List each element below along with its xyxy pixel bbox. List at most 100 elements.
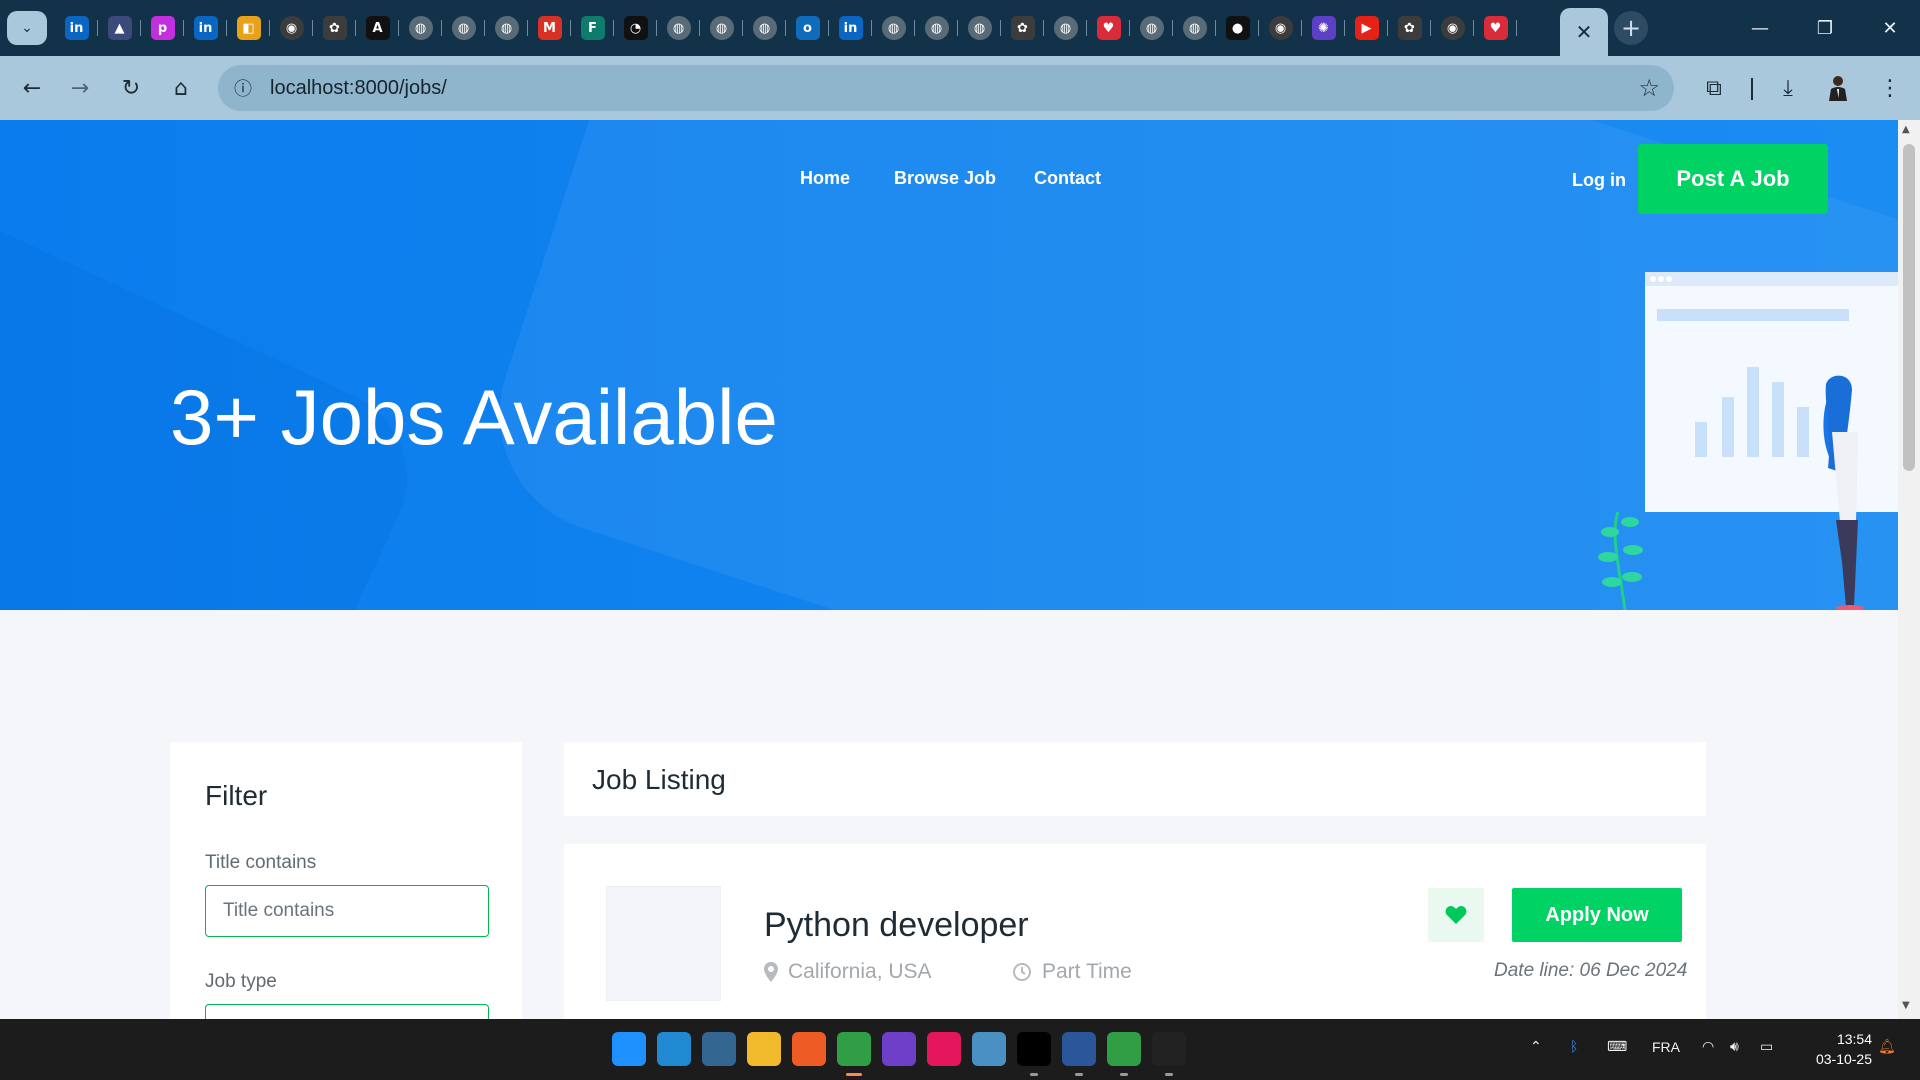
pinned-tab[interactable]: A (356, 11, 399, 45)
word-icon[interactable] (1062, 1032, 1096, 1066)
keyboard-app-icon[interactable] (972, 1032, 1006, 1066)
address-bar[interactable]: ⓘ localhost:8000/jobs/ ☆ (218, 65, 1674, 111)
download-icon[interactable]: ⤓ (1768, 68, 1808, 108)
job-type-select[interactable] (205, 1004, 489, 1019)
chrome-icon: ◉ (1268, 16, 1293, 40)
nav-home-link[interactable]: Home (800, 168, 850, 189)
windows-start-icon[interactable] (612, 1032, 646, 1066)
scroll-up-arrow-icon[interactable]: ▲ (1902, 124, 1910, 135)
favorite-button[interactable] (1428, 888, 1484, 942)
pinned-tab[interactable]: ◍ (485, 11, 528, 45)
login-link[interactable]: Log in (1572, 170, 1626, 191)
notification-bell-icon[interactable]: 🔔︎ (1878, 1039, 1896, 1055)
pinned-tab[interactable]: p (141, 11, 184, 45)
chrome-icon: ◉ (1440, 16, 1465, 40)
pinned-tab[interactable]: ◉ (1259, 11, 1302, 45)
volume-icon[interactable]: 🔊︎ (1730, 1039, 1739, 1055)
title-contains-input[interactable] (205, 885, 489, 937)
linkedin-icon: in (838, 16, 863, 40)
pinned-tab[interactable]: ♥ (1474, 11, 1517, 45)
scrollbar-thumb[interactable] (1903, 144, 1915, 471)
globe-icon: ◍ (752, 16, 777, 40)
globe-icon: ◍ (451, 16, 476, 40)
new-tab-button[interactable]: + (1614, 11, 1648, 45)
nav-contact-link[interactable]: Contact (1034, 168, 1101, 189)
apply-now-button[interactable]: Apply Now (1512, 888, 1682, 942)
scroll-down-arrow-icon[interactable]: ▼ (1902, 1000, 1910, 1011)
language-indicator[interactable]: FRA (1652, 1039, 1680, 1055)
back-arrow-icon[interactable]: ← (12, 68, 52, 108)
file-explorer-icon[interactable] (747, 1032, 781, 1066)
pinned-tab[interactable]: ◍ (958, 11, 1001, 45)
reload-icon[interactable]: ↻ (111, 68, 151, 108)
postgresql-icon[interactable] (702, 1032, 736, 1066)
job-listing-title: Job Listing (592, 764, 726, 795)
intellij-icon[interactable] (927, 1032, 961, 1066)
chrome-icon[interactable] (837, 1032, 871, 1066)
pinned-tab[interactable]: ✿ (313, 11, 356, 45)
pinned-tab[interactable]: ✿ (1001, 11, 1044, 45)
restore-button[interactable]: ❐ (1795, 8, 1855, 48)
pinned-tab[interactable]: ◍ (915, 11, 958, 45)
job-title[interactable]: Python developer (764, 906, 1029, 945)
keyboard-icon[interactable]: ⌨ (1607, 1039, 1627, 1055)
page-scrollbar[interactable]: ▲ ▼ (1898, 120, 1920, 1019)
site-info-icon[interactable]: ⓘ (230, 75, 256, 101)
pinned-tab[interactable]: ◧ (227, 11, 270, 45)
pinned-tab[interactable]: ◍ (872, 11, 915, 45)
bluetooth-icon[interactable]: ᛒ (1570, 1039, 1578, 1055)
pinned-tab[interactable]: in (55, 11, 98, 45)
nav-browse-job-link[interactable]: Browse Job (894, 168, 996, 189)
github-desktop-icon[interactable] (882, 1032, 916, 1066)
battery-icon[interactable]: ▭ (1760, 1039, 1773, 1055)
bookmark-star-icon[interactable]: ☆ (1638, 74, 1660, 102)
pinned-tab[interactable]: ◍ (1044, 11, 1087, 45)
pinned-tab[interactable]: ✺ (1302, 11, 1345, 45)
pinned-tab[interactable]: F (571, 11, 614, 45)
menu-kebab-icon[interactable]: ⋮ (1870, 68, 1910, 108)
vscode-icon[interactable] (657, 1032, 691, 1066)
pinned-tab[interactable]: in (184, 11, 227, 45)
active-tab[interactable]: ✕ (1560, 8, 1608, 56)
pinned-tab[interactable]: ◍ (743, 11, 786, 45)
home-icon[interactable]: ⌂ (161, 68, 201, 108)
pinned-tab[interactable]: ● (1216, 11, 1259, 45)
terminal-icon[interactable] (1017, 1032, 1051, 1066)
pinned-tab[interactable]: in (829, 11, 872, 45)
close-window-button[interactable]: ✕ (1860, 8, 1920, 48)
pinned-tab[interactable]: ◍ (1173, 11, 1216, 45)
url-text[interactable]: localhost:8000/jobs/ (270, 77, 447, 100)
tray-overflow-chevron-icon[interactable]: ⌃ (1530, 1039, 1542, 1055)
pinned-tab[interactable]: ◉ (270, 11, 313, 45)
post-a-job-button[interactable]: Post A Job (1638, 144, 1828, 214)
pinned-tab[interactable]: ◍ (700, 11, 743, 45)
forward-arrow-icon[interactable]: → (60, 68, 100, 108)
pinned-tab[interactable]: ◍ (1130, 11, 1173, 45)
tab-search-button[interactable]: ⌄ (7, 11, 47, 45)
job-card[interactable]: Python developer California, USA Part Ti… (564, 844, 1706, 1019)
minimize-button[interactable]: — (1730, 8, 1790, 48)
arc-icon: ▲ (107, 16, 132, 40)
extensions-icon[interactable]: ⧉ (1694, 68, 1734, 108)
pinned-tab[interactable]: ♥ (1087, 11, 1130, 45)
pinned-tab[interactable]: ◍ (442, 11, 485, 45)
pinned-tab[interactable]: ◍ (657, 11, 700, 45)
pinned-tab[interactable]: o (786, 11, 829, 45)
pinned-tab[interactable]: ▲ (98, 11, 141, 45)
pinned-tab[interactable]: ◔ (614, 11, 657, 45)
profile-avatar[interactable] (1818, 68, 1858, 108)
chrome-icon[interactable] (1107, 1032, 1141, 1066)
slides-icon: ◧ (236, 16, 261, 40)
pinned-tab[interactable]: ◉ (1431, 11, 1474, 45)
close-tab-icon[interactable]: ✕ (1576, 20, 1593, 44)
chatgpt-icon: ✿ (1010, 16, 1035, 40)
pinned-tab[interactable]: ◍ (399, 11, 442, 45)
postman-icon[interactable] (792, 1032, 826, 1066)
pinned-tab[interactable]: M (528, 11, 571, 45)
globe-icon: ◍ (494, 16, 519, 40)
system-clock[interactable]: 13:54 03-10-25 (1800, 1029, 1872, 1069)
webstorm-icon[interactable] (1152, 1032, 1186, 1066)
pinned-tab[interactable]: ✿ (1388, 11, 1431, 45)
wifi-icon[interactable]: ◠ (1702, 1039, 1714, 1055)
pinned-tab[interactable]: ▶ (1345, 11, 1388, 45)
